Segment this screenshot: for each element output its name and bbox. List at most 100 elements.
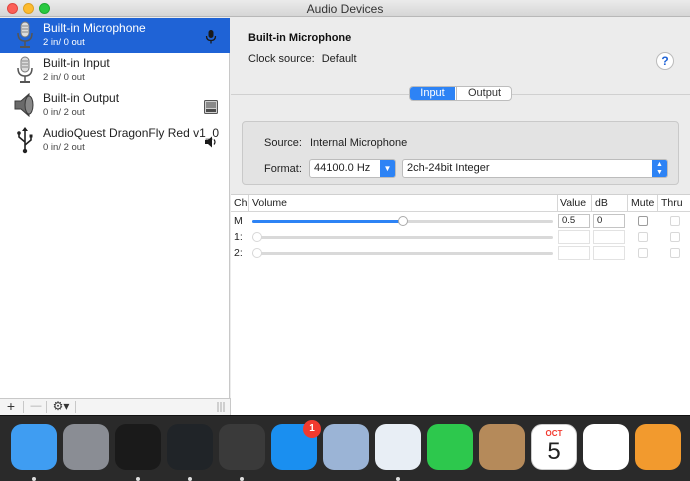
volume-slider[interactable] xyxy=(252,216,553,226)
volume-slider-knob[interactable] xyxy=(397,216,408,226)
column-divider xyxy=(591,195,592,211)
mail-stamp-icon[interactable] xyxy=(323,424,369,470)
value-field[interactable] xyxy=(558,246,590,260)
sample-rate-value: 44100.0 Hz xyxy=(314,162,371,174)
speaker-icon xyxy=(14,92,34,118)
mute-checkbox[interactable] xyxy=(638,232,648,242)
source-value: Internal Microphone xyxy=(309,137,408,149)
clock-source-value[interactable]: Default xyxy=(322,53,357,65)
source-row: Source: Internal Microphone xyxy=(264,137,407,149)
header-ch: Ch xyxy=(234,197,248,209)
column-divider xyxy=(657,195,658,211)
volume-slider-knob[interactable] xyxy=(252,232,262,242)
device-item-built-in-output[interactable]: Built-in Output 0 in/ 2 out xyxy=(0,88,230,123)
source-label: Source: xyxy=(264,137,302,149)
thru-checkbox[interactable] xyxy=(670,248,680,258)
device-item-audioquest-dragonfly[interactable]: AudioQuest DragonFly Red v1_0 0 in/ 2 ou… xyxy=(0,123,230,158)
clock-source-row: Clock source: Default xyxy=(248,53,357,65)
channel-table: Ch Volume Value dB Mute Thru M 0.5 0 1: xyxy=(231,194,690,415)
channel-label: 1: xyxy=(234,231,243,243)
safari-icon[interactable] xyxy=(375,424,421,470)
tab-input[interactable]: Input xyxy=(410,87,455,100)
thru-checkbox[interactable] xyxy=(670,232,680,242)
column-divider xyxy=(557,195,558,211)
contacts-icon[interactable] xyxy=(479,424,525,470)
sample-rate-popup[interactable]: 44100.0 Hz ▼ xyxy=(309,159,396,178)
mute-checkbox[interactable] xyxy=(638,216,648,226)
finder-badge-icon xyxy=(204,100,218,114)
launchpad-icon[interactable] xyxy=(63,424,109,470)
running-indicator xyxy=(136,477,140,481)
device-channels: 2 in/ 0 out xyxy=(43,72,85,83)
finder-icon[interactable] xyxy=(11,424,57,470)
usb-icon xyxy=(17,127,33,154)
db-field[interactable]: 0 xyxy=(593,214,625,228)
toolbar-divider xyxy=(46,401,47,413)
header-thru: Thru xyxy=(661,197,683,209)
device-list-toolbar: + — ⚙▾ xyxy=(0,398,231,415)
running-indicator xyxy=(396,477,400,481)
value-field[interactable]: 0.5 xyxy=(558,214,590,228)
facetime-icon[interactable] xyxy=(427,424,473,470)
microphone-icon xyxy=(17,56,33,83)
itunes-icon[interactable] xyxy=(583,424,629,470)
clock-source-label: Clock source: xyxy=(248,53,315,65)
volume-slider-fill xyxy=(252,220,403,223)
monitor-app-icon[interactable] xyxy=(219,424,265,470)
device-title: Built-in Microphone xyxy=(248,32,352,44)
resize-handle-icon[interactable] xyxy=(217,402,225,412)
notification-badge: 1 xyxy=(303,420,321,438)
volume-slider[interactable] xyxy=(252,232,553,242)
device-item-built-in-input[interactable]: Built-in Input 2 in/ 0 out xyxy=(0,53,230,88)
device-channels: 0 in/ 2 out xyxy=(43,107,85,118)
header-db: dB xyxy=(595,197,608,209)
device-item-built-in-microphone[interactable]: Built-in Microphone 2 in/ 0 out xyxy=(0,18,230,53)
up-down-chevron-icon: ▲ ▼ xyxy=(652,160,667,177)
tab-output[interactable]: Output xyxy=(456,87,511,100)
device-name: Built-in Input xyxy=(43,56,110,70)
device-channels: 2 in/ 0 out xyxy=(43,37,85,48)
bit-format-value: 2ch-24bit Integer xyxy=(407,162,490,174)
input-output-tabs: Input Output xyxy=(409,86,512,101)
piano-icon[interactable] xyxy=(115,424,161,470)
device-detail-pane: Built-in Microphone Clock source: Defaul… xyxy=(231,18,690,415)
header-mute: Mute xyxy=(631,197,655,209)
header-value: Value xyxy=(560,197,587,209)
help-button[interactable]: ? xyxy=(656,52,674,70)
toolbar-divider xyxy=(75,401,76,413)
toolbar-divider xyxy=(23,401,24,413)
device-name: AudioQuest DragonFly Red v1_0 xyxy=(43,126,220,140)
gear-menu-button[interactable]: ⚙▾ xyxy=(48,399,74,415)
device-channels: 0 in/ 2 out xyxy=(43,142,85,153)
microphone-badge-icon xyxy=(205,30,217,44)
calendar-icon[interactable]: OCT 5 xyxy=(531,424,577,470)
remove-device-button[interactable]: — xyxy=(26,399,46,415)
audio-app-icon[interactable] xyxy=(167,424,213,470)
running-indicator xyxy=(32,477,36,481)
db-field[interactable] xyxy=(593,246,625,260)
speaker-badge-icon xyxy=(205,136,216,148)
channel-label: M xyxy=(234,215,243,227)
thru-checkbox[interactable] xyxy=(670,216,680,226)
bit-format-popup[interactable]: 2ch-24bit Integer ▲ ▼ xyxy=(402,159,668,178)
dock: 1 OCT 5 xyxy=(0,415,690,481)
calendar-day: 5 xyxy=(547,438,561,465)
volume-slider[interactable] xyxy=(252,248,553,258)
device-list: Built-in Microphone 2 in/ 0 out Built-in… xyxy=(0,18,230,398)
header-divider xyxy=(231,211,690,212)
running-indicator xyxy=(240,477,244,481)
app-store-icon[interactable]: 1 xyxy=(271,420,321,470)
format-group: Source: Internal Microphone Format: 4410… xyxy=(242,121,679,185)
add-device-button[interactable]: + xyxy=(3,399,19,415)
device-name: Built-in Microphone xyxy=(43,21,146,35)
value-field[interactable] xyxy=(558,230,590,244)
volume-slider-knob[interactable] xyxy=(252,248,262,258)
calendar-month: OCT xyxy=(545,429,563,438)
db-field[interactable] xyxy=(593,230,625,244)
microphone-icon xyxy=(17,21,33,48)
column-divider xyxy=(248,195,249,211)
ibooks-icon[interactable] xyxy=(635,424,681,470)
title-bar: Audio Devices xyxy=(0,0,690,17)
mute-checkbox[interactable] xyxy=(638,248,648,258)
running-indicator xyxy=(188,477,192,481)
